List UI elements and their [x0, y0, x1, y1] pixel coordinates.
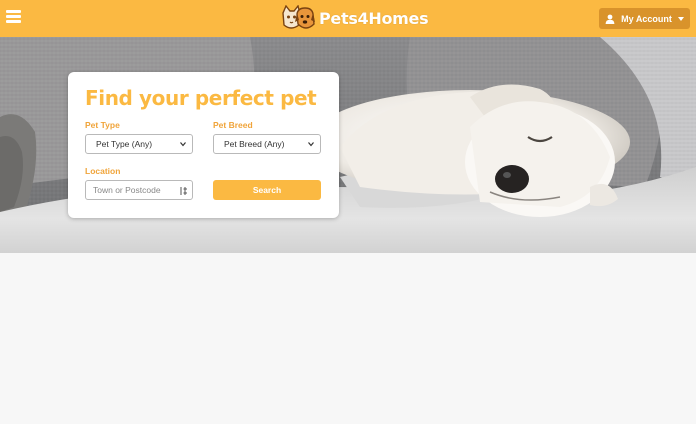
pet-type-label: Pet Type [85, 120, 120, 130]
search-button[interactable]: Search [213, 180, 321, 200]
brand-logo[interactable]: Pets4Homes [281, 5, 429, 31]
pet-search-panel: Find your perfect pet Pet Type Pet Type … [68, 72, 339, 218]
chevron-down-icon [308, 142, 314, 147]
search-title: Find your perfect pet [85, 86, 317, 110]
my-account-button[interactable]: My Account [599, 8, 690, 29]
chevron-down-icon [180, 142, 186, 147]
hamburger-menu-icon[interactable] [6, 9, 21, 24]
cat-dog-logo-icon [282, 5, 315, 29]
user-icon [605, 14, 615, 24]
location-crosshair-icon[interactable] [180, 186, 188, 196]
caret-down-icon [677, 16, 684, 21]
pet-breed-value: Pet Breed (Any) [224, 139, 285, 149]
pet-breed-select[interactable]: Pet Breed (Any) [213, 134, 321, 154]
top-navigation-bar: Pets4Homes My Account [0, 0, 696, 37]
pet-type-value: Pet Type (Any) [96, 139, 153, 149]
my-account-label: My Account [621, 13, 672, 24]
location-placeholder: Town or Postcode [93, 185, 161, 195]
location-label: Location [85, 166, 121, 176]
pet-breed-label: Pet Breed [213, 120, 253, 130]
brand-name: Pets4Homes [319, 8, 429, 28]
pet-type-select[interactable]: Pet Type (Any) [85, 134, 193, 154]
location-input[interactable]: Town or Postcode [85, 180, 193, 200]
